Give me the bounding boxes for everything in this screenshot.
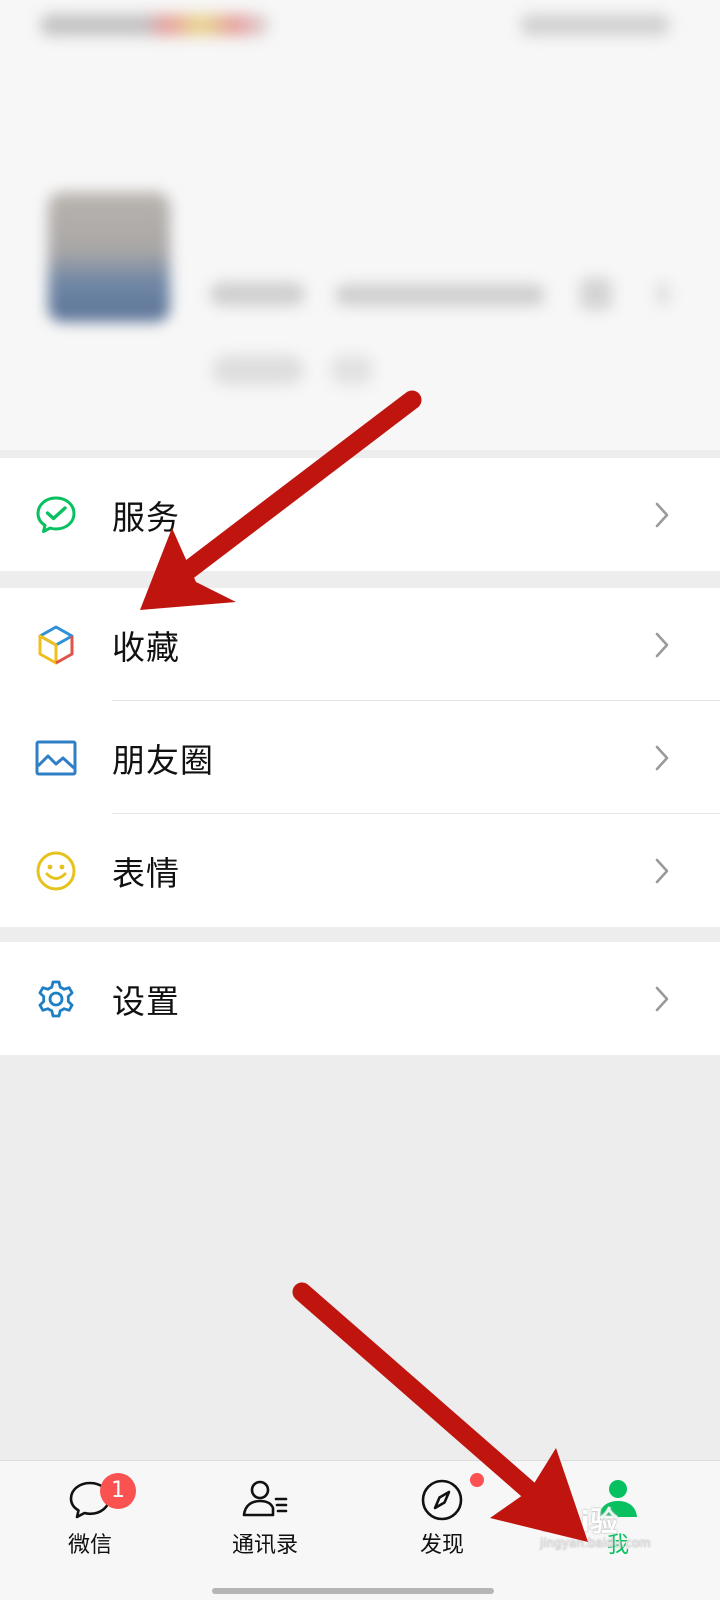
chevron-right-icon — [652, 856, 672, 886]
tab-chats[interactable]: 1 微信 — [0, 1461, 180, 1600]
avatar[interactable] — [48, 192, 170, 322]
tab-discover[interactable]: 发现 — [352, 1461, 532, 1600]
tab-label: 微信 — [67, 1533, 112, 1558]
chevron-right-icon — [656, 282, 670, 306]
menu-item-label: 服务 — [112, 497, 180, 537]
tab-label: 发现 — [419, 1533, 464, 1558]
tab-label: 通讯录 — [231, 1533, 298, 1558]
menu-item-settings[interactable]: 设置 — [0, 942, 720, 1055]
cube-icon — [34, 623, 78, 667]
profile-id-value — [335, 284, 545, 306]
status-button[interactable] — [212, 355, 304, 385]
qr-code-icon[interactable] — [580, 278, 612, 310]
menu-item-favorites[interactable]: 收藏 — [0, 588, 720, 701]
new-dot-badge — [470, 1473, 484, 1487]
menu-item-stickers[interactable]: 表情 — [0, 814, 720, 927]
profile-header[interactable] — [0, 0, 720, 450]
status-bar-right — [520, 14, 670, 36]
menu-group-services: 服务 — [0, 458, 720, 571]
profile-id-label — [210, 282, 305, 306]
home-indicator[interactable] — [212, 1588, 494, 1594]
gear-icon — [34, 977, 78, 1021]
wechat-pay-icon — [34, 493, 78, 537]
watermark-text: Bai验 — [540, 1505, 618, 1538]
chevron-right-icon — [652, 630, 672, 660]
status-bar-left — [40, 14, 270, 36]
tab-contacts[interactable]: 通讯录 — [175, 1461, 355, 1600]
smiley-icon — [34, 849, 78, 893]
menu-item-label: 收藏 — [112, 627, 180, 667]
contacts-icon — [240, 1475, 290, 1525]
compass-icon — [417, 1475, 467, 1525]
chevron-right-icon — [652, 500, 672, 530]
menu-item-label: 表情 — [112, 853, 180, 893]
menu-item-services[interactable]: 服务 — [0, 458, 720, 571]
status-more[interactable] — [330, 355, 374, 385]
picture-icon — [34, 736, 78, 780]
menu-item-label: 朋友圈 — [112, 740, 214, 780]
watermark-sub: jingyan.baidu.com — [540, 1536, 651, 1550]
menu-group-main: 收藏 朋友圈 表情 — [0, 588, 720, 927]
unread-badge: 1 — [100, 1473, 136, 1509]
chevron-right-icon — [652, 743, 672, 773]
baidu-watermark: Bai验 jingyan.baidu.com — [540, 1500, 710, 1560]
menu-group-settings: 设置 — [0, 942, 720, 1055]
menu-item-moments[interactable]: 朋友圈 — [0, 701, 720, 814]
chevron-right-icon — [652, 984, 672, 1014]
menu-item-label: 设置 — [112, 981, 180, 1021]
